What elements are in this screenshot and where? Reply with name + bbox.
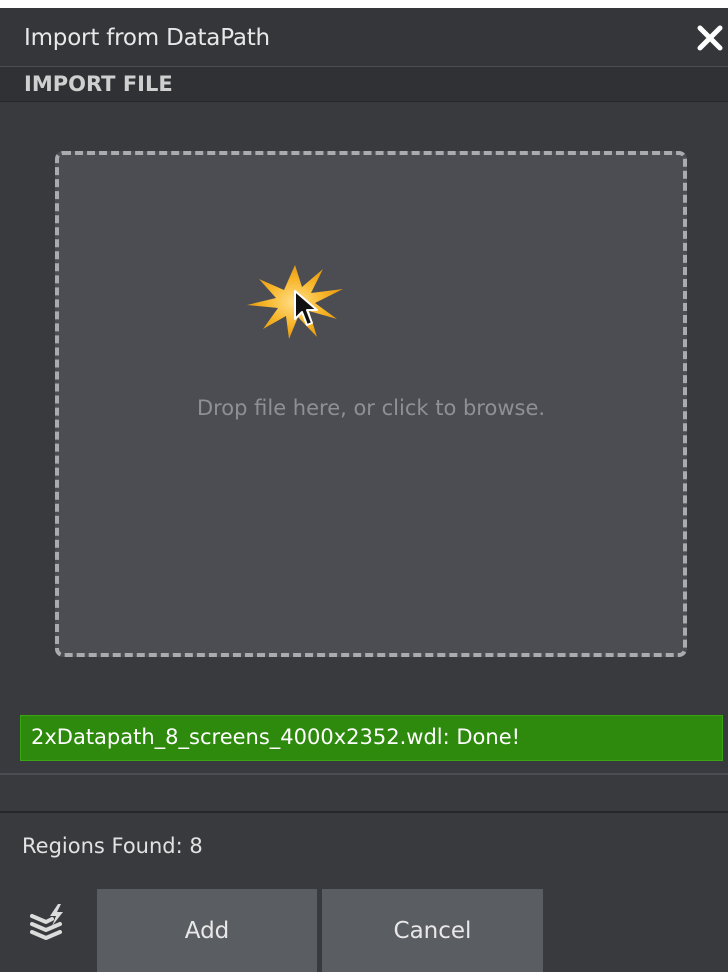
close-icon	[697, 25, 723, 51]
cancel-button[interactable]: Cancel	[322, 889, 543, 972]
dialog-title: Import from DataPath	[24, 25, 270, 51]
import-status-badge: 2xDatapath_8_screens_4000x2352.wdl: Done…	[20, 715, 723, 761]
close-button[interactable]	[692, 20, 728, 56]
dialog-titlebar: Import from DataPath	[0, 8, 728, 66]
import-dialog: Import from DataPath IMPORT FILE Drop fi…	[0, 8, 728, 972]
section-title: IMPORT FILE	[24, 72, 173, 96]
divider	[0, 773, 728, 775]
add-button[interactable]: Add	[97, 889, 317, 972]
mouse-cursor-icon	[294, 290, 318, 326]
file-dropzone[interactable]: Drop file here, or click to browse.	[55, 151, 687, 657]
import-status-text: 2xDatapath_8_screens_4000x2352.wdl: Done…	[31, 725, 521, 749]
regions-found-label: Regions Found: 8	[22, 834, 203, 858]
layers-lightning-icon	[30, 904, 63, 940]
divider	[0, 811, 728, 813]
section-header: IMPORT FILE	[0, 66, 728, 102]
dropzone-hint: Drop file here, or click to browse.	[196, 396, 546, 420]
